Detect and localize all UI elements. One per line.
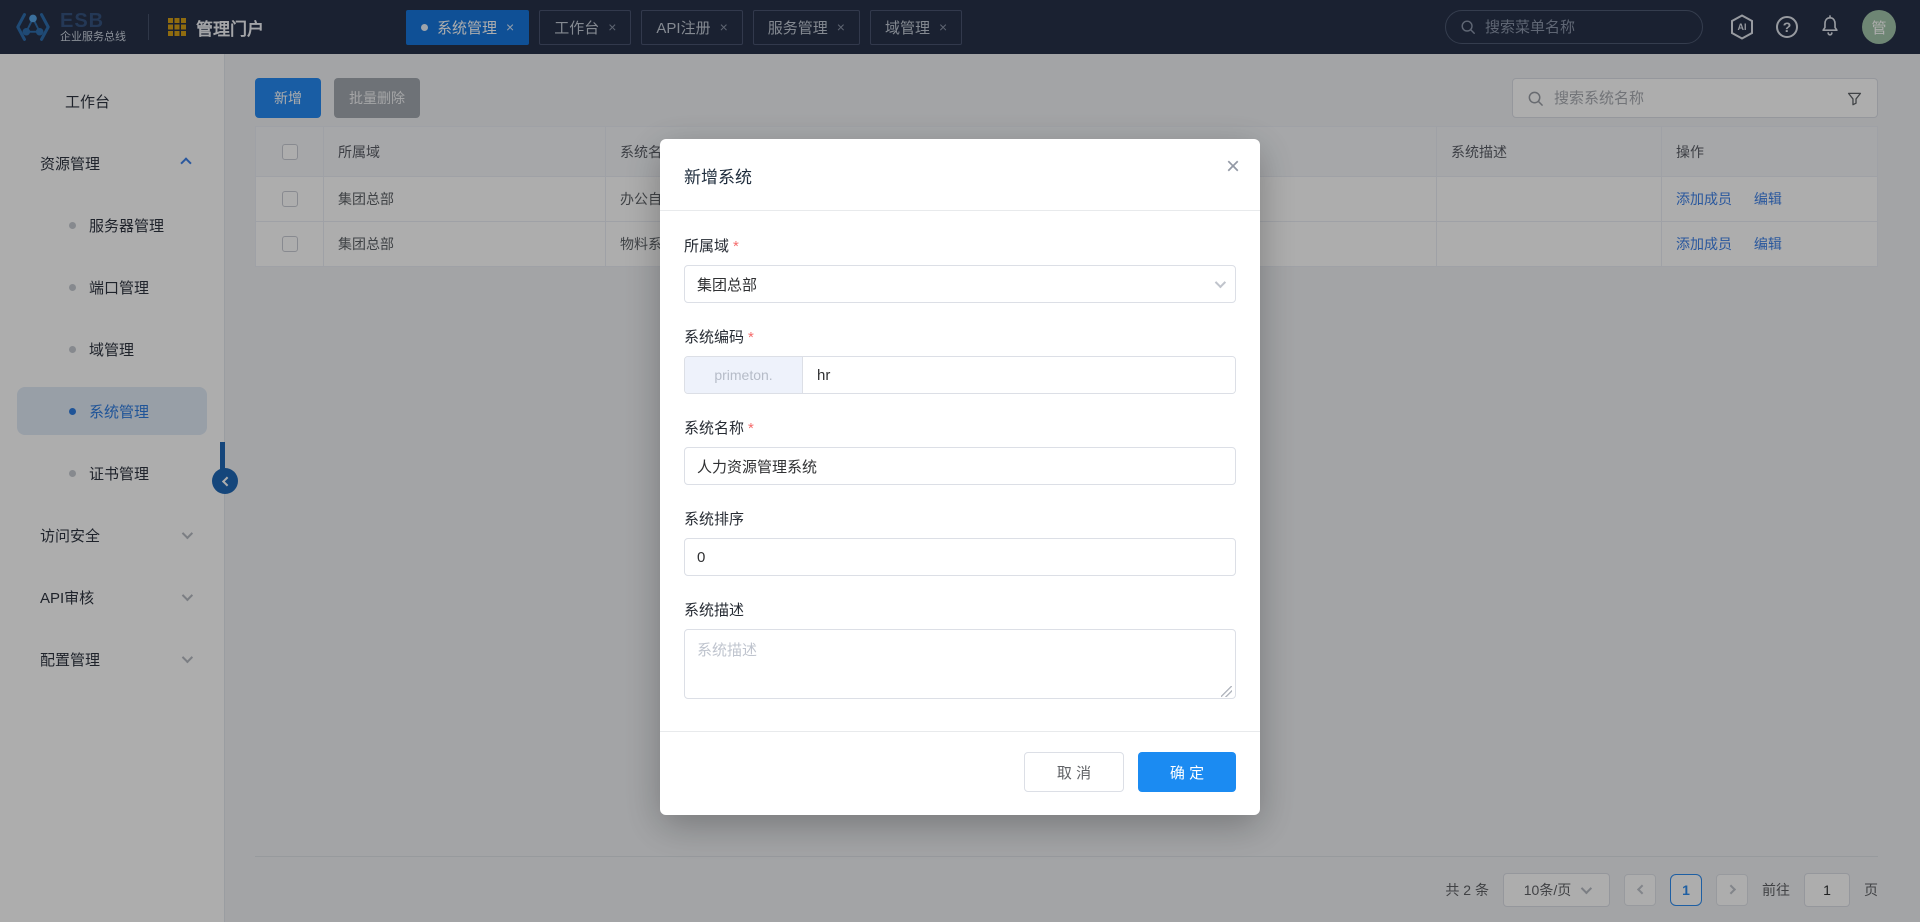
field-label-domain: 所属域* [684, 235, 1236, 256]
system-description-textarea[interactable] [684, 629, 1236, 699]
system-code-input-group: primeton. [684, 356, 1236, 394]
field-label-system-description: 系统描述 [684, 599, 1236, 620]
required-asterisk: * [748, 420, 754, 437]
label-text: 所属域 [684, 238, 729, 255]
chevron-down-icon [1215, 277, 1226, 288]
required-asterisk: * [733, 238, 739, 255]
field-label-system-name: 系统名称* [684, 417, 1236, 438]
field-label-system-code: 系统编码* [684, 326, 1236, 347]
required-asterisk: * [748, 329, 754, 346]
system-code-prefix: primeton. [685, 357, 803, 393]
label-text: 系统排序 [684, 511, 744, 528]
dialog-title: 新增系统 [684, 168, 752, 187]
domain-select[interactable]: 集团总部 [684, 265, 1236, 303]
system-code-input[interactable] [803, 357, 1235, 393]
domain-select-value: 集团总部 [697, 274, 757, 295]
system-name-input[interactable] [684, 447, 1236, 485]
system-order-input[interactable] [684, 538, 1236, 576]
confirm-button[interactable]: 确 定 [1138, 752, 1236, 792]
label-text: 系统名称 [684, 420, 744, 437]
label-text: 系统编码 [684, 329, 744, 346]
add-system-dialog: 新增系统 × 所属域* 集团总部 系统编码* primeton. 系统名称* [660, 139, 1260, 815]
dialog-close-icon[interactable]: × [1226, 155, 1240, 179]
field-label-system-order: 系统排序 [684, 508, 1236, 529]
label-text: 系统描述 [684, 602, 744, 619]
cancel-button[interactable]: 取 消 [1024, 752, 1124, 792]
